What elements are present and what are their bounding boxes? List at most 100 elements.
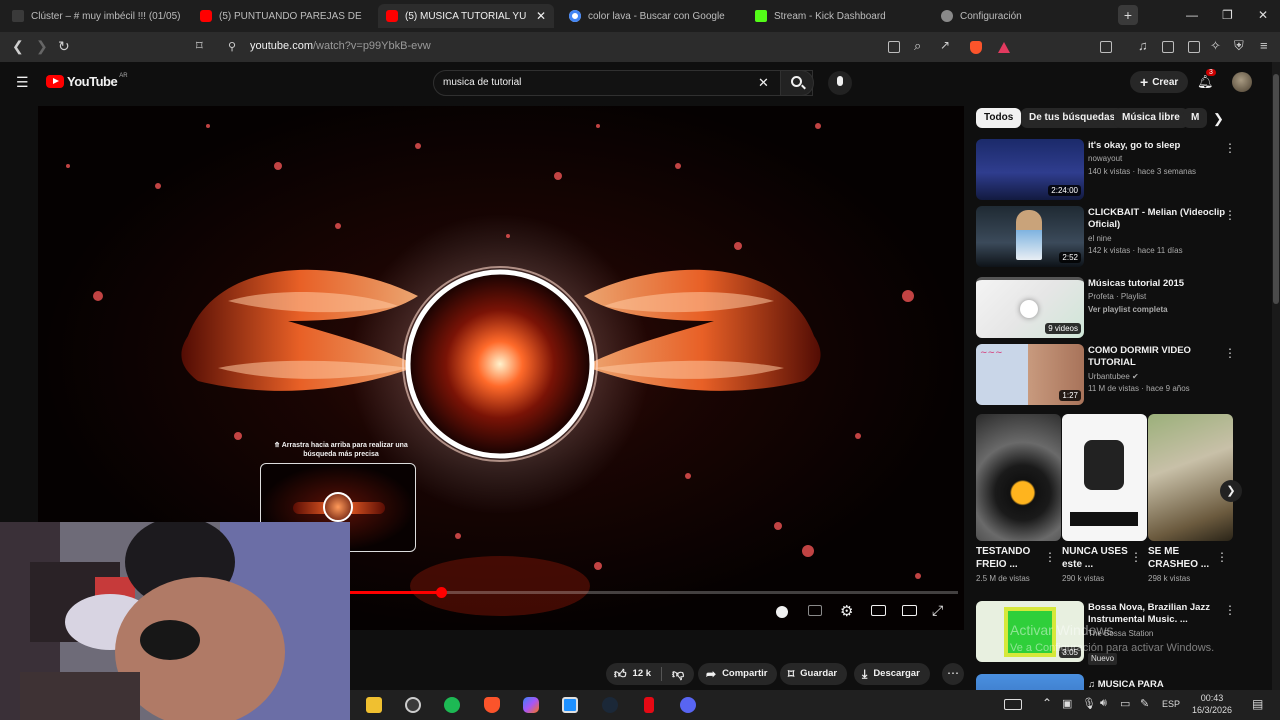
gear-favicon-icon: [941, 10, 953, 22]
short-item[interactable]: NUNCA USES este ... 290 k vistas ⋮: [1062, 414, 1147, 583]
tab-configuracion[interactable]: Configuración: [941, 4, 1091, 28]
more-options-icon[interactable]: ⋮: [1224, 346, 1236, 360]
chip-more[interactable]: M: [1183, 108, 1207, 128]
short-thumbnail[interactable]: [1062, 414, 1147, 541]
discord-icon[interactable]: [680, 697, 696, 713]
playlist-thumbnail[interactable]: 9 videos: [976, 277, 1084, 338]
url-field[interactable]: youtube.com/watch?v=p99YbkB-evw: [250, 40, 431, 52]
netflix-icon[interactable]: [644, 697, 654, 713]
reload-icon[interactable]: ↻: [58, 38, 70, 55]
vpn-icon[interactable]: ⛨: [1234, 38, 1244, 54]
shorts-next-button[interactable]: ❯: [1220, 480, 1242, 502]
progress-bar[interactable]: [350, 587, 958, 598]
close-window-icon[interactable]: ✕: [1258, 8, 1268, 22]
clock[interactable]: 00:43 16/3/2026: [1192, 692, 1232, 716]
subtitles-icon[interactable]: [808, 605, 822, 616]
brave-icon[interactable]: [484, 697, 500, 713]
sidebar-icon[interactable]: [1162, 41, 1174, 53]
copilot-icon[interactable]: [523, 697, 539, 713]
create-button[interactable]: + Crear: [1130, 71, 1189, 93]
volume-icon[interactable]: 🔊︎: [1100, 697, 1107, 710]
minimize-icon[interactable]: —: [1186, 8, 1198, 22]
tab-kick-dashboard[interactable]: Stream - Kick Dashboard: [755, 4, 925, 28]
voice-search-button[interactable]: [828, 71, 852, 95]
more-options-icon[interactable]: ⋮: [1224, 208, 1236, 222]
network-icon[interactable]: ▭: [1120, 697, 1130, 710]
chip-de-tus-busquedas[interactable]: De tus búsquedas: [1021, 108, 1124, 128]
keyboard-icon[interactable]: [1004, 699, 1022, 710]
scrollbar-thumb[interactable]: [1273, 74, 1279, 304]
tab-puntuando[interactable]: (5) PUNTUANDO PAREJAS DE SEG: [200, 4, 362, 28]
obs-icon[interactable]: [405, 697, 421, 713]
short-item[interactable]: SE ME CRASHEO ... 298 k vistas ⋮: [1148, 414, 1233, 583]
tab-google-search[interactable]: color lava - Buscar con Google: [569, 4, 739, 28]
back-icon[interactable]: ❮: [12, 38, 24, 55]
fullscreen-icon[interactable]: ⤢: [932, 602, 943, 619]
more-options-icon[interactable]: ⋮: [1224, 141, 1236, 155]
maximize-icon[interactable]: ❐: [1222, 8, 1233, 22]
wallet-icon[interactable]: [1188, 41, 1200, 53]
search-input[interactable]: musica de tutorial: [443, 77, 521, 88]
microphone-tray-icon[interactable]: 🎙︎: [1082, 697, 1096, 710]
notification-center-icon[interactable]: ▤: [1252, 697, 1263, 711]
like-button[interactable]: 👍︎ 12 k 👎︎: [606, 663, 695, 685]
youtube-logo[interactable]: YouTube AR: [46, 73, 128, 89]
page-scrollbar[interactable]: [1272, 62, 1280, 690]
zoom-icon[interactable]: ⌕: [914, 38, 921, 54]
bookmark-icon[interactable]: ⌑: [196, 38, 203, 54]
reader-icon[interactable]: [1100, 41, 1112, 53]
avatar[interactable]: [1232, 72, 1252, 92]
more-options-icon[interactable]: ⋮: [1130, 550, 1142, 564]
music-icon[interactable]: ♫: [1138, 38, 1148, 53]
notifications-button[interactable]: 🔔︎ 3: [1197, 69, 1216, 91]
share-button[interactable]: ➦ Compartir: [698, 663, 778, 685]
autoplay-toggle-icon[interactable]: [776, 606, 788, 618]
video-thumbnail[interactable]: 2:24:00: [976, 139, 1084, 200]
tray-apps-icon[interactable]: ▣: [1062, 697, 1072, 710]
video-thumbnail[interactable]: 2:52: [976, 206, 1084, 267]
tab-musica-tutorial-active[interactable]: (5) MÚSICA TUTORIAL YU ✕: [378, 4, 554, 28]
chip-musica-libre[interactable]: Música libre: [1114, 108, 1188, 128]
new-tab-button[interactable]: +: [1118, 5, 1138, 25]
thumbs-down-icon[interactable]: 👎︎: [672, 663, 684, 685]
share-icon[interactable]: ↗: [940, 38, 950, 52]
file-explorer-icon[interactable]: [366, 697, 382, 713]
site-info-icon[interactable]: ⚲: [228, 40, 236, 53]
search-box[interactable]: musica de tutorial ✕: [433, 70, 813, 96]
more-actions-button[interactable]: ⋯: [942, 663, 964, 685]
short-thumbnail[interactable]: [976, 414, 1061, 541]
notification-badge: 3: [1206, 69, 1216, 76]
menu-icon[interactable]: ≡: [1260, 38, 1268, 53]
hamburger-menu-icon[interactable]: ☰: [16, 74, 29, 91]
language-indicator[interactable]: ESP: [1162, 699, 1180, 709]
tray-expand-icon[interactable]: ⌃: [1042, 696, 1052, 710]
clear-search-icon[interactable]: ✕: [758, 75, 769, 91]
more-options-icon[interactable]: ⋮: [1216, 550, 1228, 564]
miniplayer-icon[interactable]: [871, 605, 886, 616]
brave-rewards-icon[interactable]: [998, 42, 1010, 53]
rec-video[interactable]: ♫ MUSICA PARA TUTORIALES: [976, 674, 1272, 690]
video-thumbnail[interactable]: [976, 674, 1084, 690]
download-button[interactable]: ⤓ Descargar: [854, 663, 930, 685]
short-thumbnail[interactable]: [1148, 414, 1233, 541]
more-options-icon[interactable]: ⋮: [1224, 603, 1236, 617]
chip-todos[interactable]: Todos: [976, 108, 1022, 128]
video-thumbnail[interactable]: ~~~ 1:27: [976, 344, 1084, 405]
store-icon[interactable]: [562, 697, 578, 713]
brave-shields-icon[interactable]: [970, 41, 982, 54]
spotify-icon[interactable]: [444, 697, 460, 713]
tab-cluster[interactable]: Clúster – # muy imbécil !!! (01/05): [12, 4, 184, 28]
close-tab-icon[interactable]: ✕: [536, 9, 546, 23]
save-button[interactable]: ⌑ Guardar: [780, 663, 848, 685]
settings-gear-icon[interactable]: ⚙: [840, 602, 853, 620]
cast-player-icon[interactable]: [902, 605, 917, 616]
pen-icon[interactable]: ✎: [1140, 697, 1149, 710]
chips-next-icon[interactable]: ❯: [1213, 111, 1224, 127]
extensions-icon[interactable]: ✧: [1210, 38, 1221, 54]
short-item[interactable]: TESTANDO FREIO ... 2.5 M de vistas ⋮: [976, 414, 1061, 583]
more-options-icon[interactable]: ⋮: [1044, 550, 1056, 564]
forward-icon[interactable]: ❯: [36, 38, 48, 55]
steam-icon[interactable]: [602, 697, 618, 713]
search-button[interactable]: [780, 70, 814, 96]
cast-icon[interactable]: [888, 41, 900, 53]
